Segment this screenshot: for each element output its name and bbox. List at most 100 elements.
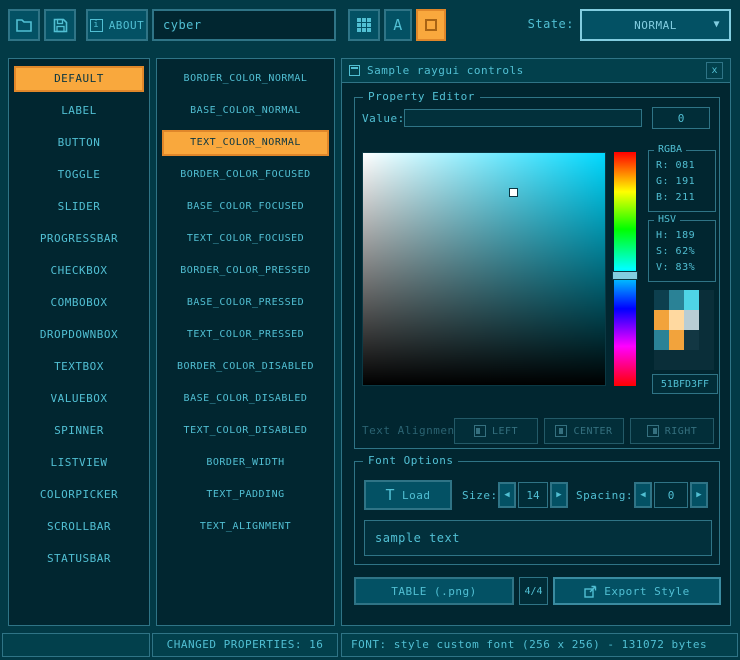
control-list-item[interactable]: COLORPICKER xyxy=(14,482,144,508)
property-list-item[interactable]: TEXT_COLOR_FOCUSED xyxy=(162,226,329,252)
swatch-icon xyxy=(425,19,437,31)
control-list-item[interactable]: PROGRESSBAR xyxy=(14,226,144,252)
hsv-group-label: HSV xyxy=(654,214,680,225)
sample-window-titlebar[interactable]: Sample raygui controls x xyxy=(342,59,730,83)
close-icon[interactable]: x xyxy=(706,62,723,79)
property-editor-group: Property Editor Value: 0 RGBA R: 081 G: … xyxy=(354,97,720,449)
size-increment-button[interactable]: ▶ xyxy=(550,482,568,508)
control-list-item[interactable]: SCROLLBAR xyxy=(14,514,144,540)
property-list-item[interactable]: BASE_COLOR_DISABLED xyxy=(162,386,329,412)
pages-value-box[interactable]: 4/4 xyxy=(519,577,548,605)
rgba-g-value: G: 191 xyxy=(649,174,715,190)
control-list-item[interactable]: BUTTON xyxy=(14,130,144,156)
control-list-item[interactable]: DEFAULT xyxy=(14,66,144,92)
state-dropdown-value: NORMAL xyxy=(634,19,677,32)
state-label: State: xyxy=(498,17,574,31)
property-list-item[interactable]: BASE_COLOR_FOCUSED xyxy=(162,194,329,220)
control-list-item[interactable]: TOGGLE xyxy=(14,162,144,188)
property-list-item[interactable]: BORDER_COLOR_PRESSED xyxy=(162,258,329,284)
palette-swatch[interactable] xyxy=(669,310,684,330)
control-list-item[interactable]: COMBOBOX xyxy=(14,290,144,316)
control-list-item[interactable]: LISTVIEW xyxy=(14,450,144,476)
export-icon xyxy=(584,585,597,598)
load-font-button[interactable]: T Load xyxy=(364,480,452,510)
control-list-item[interactable]: SLIDER xyxy=(14,194,144,220)
value-slider[interactable] xyxy=(404,109,642,127)
align-center-label: CENTER xyxy=(573,426,612,437)
palette-swatch[interactable] xyxy=(669,350,684,370)
property-list-item[interactable]: TEXT_COLOR_PRESSED xyxy=(162,322,329,348)
export-format-button[interactable]: TABLE (.png) xyxy=(354,577,514,605)
hue-cursor[interactable] xyxy=(612,271,638,280)
palette-swatch[interactable] xyxy=(654,350,669,370)
property-list-item[interactable]: BASE_COLOR_NORMAL xyxy=(162,98,329,124)
sample-window-title: Sample raygui controls xyxy=(367,64,524,77)
property-list-item[interactable]: TEXT_COLOR_DISABLED xyxy=(162,418,329,444)
control-list-item[interactable]: LABEL xyxy=(14,98,144,124)
palette-swatch[interactable] xyxy=(654,310,669,330)
align-right-label: RIGHT xyxy=(665,426,698,437)
palette-swatch[interactable] xyxy=(684,290,699,310)
property-list-item[interactable]: BORDER_WIDTH xyxy=(162,450,329,476)
control-list-item[interactable]: DROPDOWNBOX xyxy=(14,322,144,348)
property-list-item[interactable]: BORDER_COLOR_FOCUSED xyxy=(162,162,329,188)
palette-swatch[interactable] xyxy=(699,350,714,370)
hsv-group: HSV H: 189 S: 62% V: 83% xyxy=(648,220,716,282)
sample-text-input[interactable]: sample text xyxy=(364,520,712,556)
property-list-item[interactable]: BASE_COLOR_PRESSED xyxy=(162,290,329,316)
palette-swatch[interactable] xyxy=(699,310,714,330)
window-icon xyxy=(349,65,360,76)
state-dropdown[interactable]: NORMAL ▼ xyxy=(580,9,731,41)
hex-color-input[interactable]: 51BFD3FF xyxy=(652,374,718,394)
font-button[interactable]: A xyxy=(384,9,412,41)
control-list-item[interactable]: TEXTBOX xyxy=(14,354,144,380)
style-table-button[interactable] xyxy=(348,9,380,41)
color-sv-panel[interactable] xyxy=(362,152,606,386)
font-options-group: Font Options T Load Size: ◀ 14 ▶ Spacing… xyxy=(354,461,720,565)
property-list-item[interactable]: BORDER_COLOR_DISABLED xyxy=(162,354,329,380)
style-name-input[interactable] xyxy=(152,9,336,41)
spacing-value-box[interactable]: 0 xyxy=(654,482,688,508)
palette-swatch[interactable] xyxy=(684,310,699,330)
rgba-b-value: B: 211 xyxy=(649,190,715,206)
chevron-left-icon: ◀ xyxy=(640,490,645,500)
color-swatch-button[interactable] xyxy=(416,9,446,41)
palette-swatch[interactable] xyxy=(699,330,714,350)
size-value-box[interactable]: 14 xyxy=(518,482,548,508)
palette-swatch[interactable] xyxy=(654,290,669,310)
palette-swatch[interactable] xyxy=(699,290,714,310)
rgba-group-label: RGBA xyxy=(654,144,686,155)
export-style-button[interactable]: Export Style xyxy=(553,577,721,605)
spacing-increment-button[interactable]: ▶ xyxy=(690,482,708,508)
property-list-item[interactable]: TEXT_COLOR_NORMAL xyxy=(162,130,329,156)
sample-controls-window: Sample raygui controls x Property Editor… xyxy=(341,58,731,626)
about-button[interactable]: i ABOUT xyxy=(86,9,148,41)
export-format-label: TABLE (.png) xyxy=(391,585,476,598)
control-list-item[interactable]: STATUSBAR xyxy=(14,546,144,572)
property-list-item[interactable]: BORDER_COLOR_NORMAL xyxy=(162,66,329,92)
chevron-down-icon: ▼ xyxy=(713,19,720,30)
save-style-button[interactable] xyxy=(44,9,76,41)
hsv-v-value: V: 83% xyxy=(649,260,715,276)
palette-swatch[interactable] xyxy=(654,330,669,350)
palette-swatch[interactable] xyxy=(669,330,684,350)
align-center-button[interactable]: CENTER xyxy=(544,418,624,444)
align-right-icon xyxy=(647,425,659,437)
palette-swatch[interactable] xyxy=(684,350,699,370)
load-style-button[interactable] xyxy=(8,9,40,41)
align-right-button[interactable]: RIGHT xyxy=(630,418,714,444)
hue-bar[interactable] xyxy=(614,152,636,386)
control-list-item[interactable]: SPINNER xyxy=(14,418,144,444)
value-box[interactable]: 0 xyxy=(652,107,710,129)
control-list-item[interactable]: CHECKBOX xyxy=(14,258,144,284)
size-decrement-button[interactable]: ◀ xyxy=(498,482,516,508)
align-left-button[interactable]: LEFT xyxy=(454,418,538,444)
palette-swatch[interactable] xyxy=(669,290,684,310)
palette-swatch[interactable] xyxy=(684,330,699,350)
grid-icon xyxy=(357,18,371,32)
spacing-decrement-button[interactable]: ◀ xyxy=(634,482,652,508)
control-list-item[interactable]: VALUEBOX xyxy=(14,386,144,412)
property-list-item[interactable]: TEXT_PADDING xyxy=(162,482,329,508)
color-sv-cursor[interactable] xyxy=(510,189,517,196)
property-list-item[interactable]: TEXT_ALIGNMENT xyxy=(162,514,329,540)
